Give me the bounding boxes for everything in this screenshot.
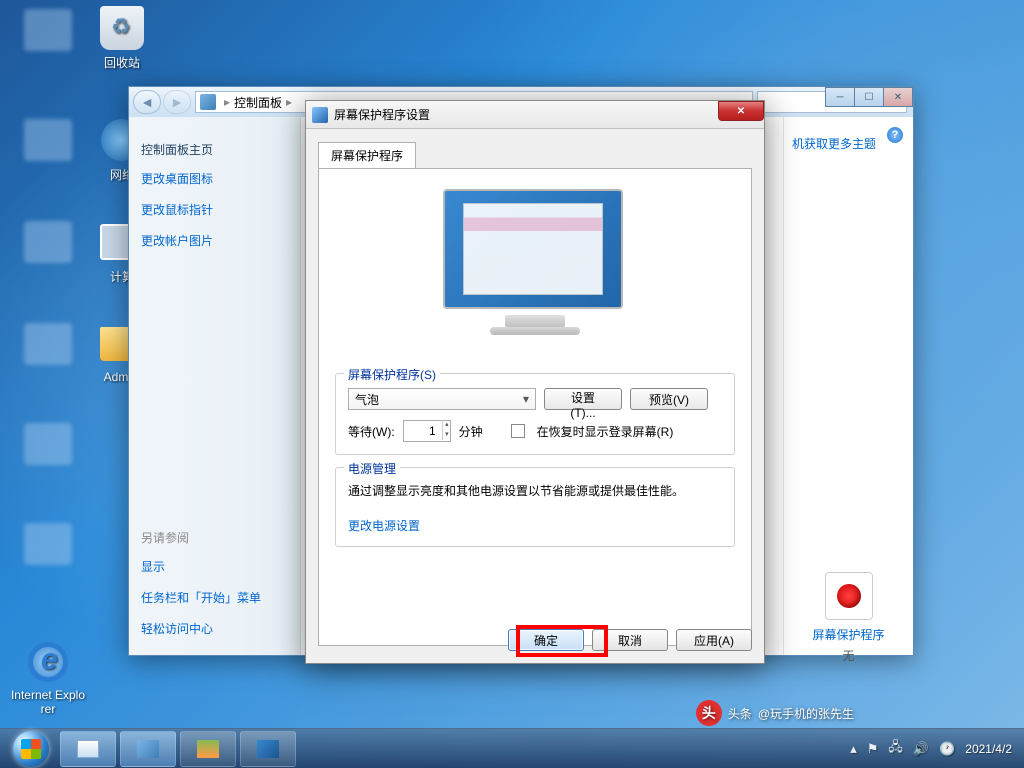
desktop-icon-blur[interactable] [10, 420, 86, 470]
dialog-close-button[interactable] [718, 101, 764, 121]
desktop-icon-blur[interactable] [10, 6, 86, 56]
sidebar-link-desktop-icons[interactable]: 更改桌面图标 [141, 170, 288, 187]
power-text: 通过调整显示亮度和其他电源设置以节省能源或提供最佳性能。 [348, 482, 722, 499]
recycle-bin-label: 回收站 [84, 54, 160, 71]
sidebar-home[interactable]: 控制面板主页 [141, 141, 288, 158]
forward-button[interactable]: ► [163, 90, 191, 114]
flag-icon[interactable]: ⚑ [867, 741, 879, 757]
internet-explorer-icon [28, 642, 68, 682]
control-panel-icon [200, 94, 216, 110]
power-group: 电源管理 通过调整显示亮度和其他电源设置以节省能源或提供最佳性能。 更改电源设置 [335, 467, 735, 547]
taskbar-item[interactable] [240, 731, 296, 767]
control-panel-icon [137, 740, 159, 758]
settings-button[interactable]: 设置(T)... [544, 388, 622, 410]
close-button[interactable]: ✕ [883, 87, 913, 107]
resume-checkbox[interactable] [511, 424, 525, 438]
tab-screensaver[interactable]: 屏幕保护程序 [318, 142, 416, 169]
cp-right-pane: ? 机获取更多主题 屏幕保护程序 无 [783, 117, 913, 655]
help-icon[interactable]: ? [887, 127, 903, 143]
watermark-text: @玩手机的张先生 [758, 705, 854, 722]
cancel-button[interactable]: 取消 [592, 629, 668, 651]
desktop-icon-blur[interactable] [10, 116, 86, 166]
screensaver-block[interactable]: 屏幕保护程序 无 [792, 572, 905, 664]
screensaver-group: 屏幕保护程序(S) 气泡 设置(T)... 预览(V) 等待(W): 1 分钟 … [335, 373, 735, 455]
desktop-icon-blur[interactable] [10, 320, 86, 370]
screensaver-value: 无 [842, 649, 854, 663]
volume-icon[interactable]: 🔊 [913, 741, 929, 757]
explorer-icon [77, 740, 99, 758]
ie-label: Internet Explorer [10, 688, 86, 716]
apply-button[interactable]: 应用(A) [676, 629, 752, 651]
cp-sidebar: 控制面板主页 更改桌面图标 更改鼠标指针 更改帐户图片 另请参阅 显示 任务栏和… [129, 117, 301, 655]
preview-screen [443, 189, 623, 309]
ie-icon[interactable]: Internet Explorer [10, 638, 86, 716]
tab-panel: 屏幕保护程序(S) 气泡 设置(T)... 预览(V) 等待(W): 1 分钟 … [318, 168, 752, 646]
minimize-button[interactable]: ─ [825, 87, 855, 107]
sidebar-link-ease-access[interactable]: 轻松访问中心 [141, 620, 288, 637]
watermark-icon: 头 [696, 700, 722, 726]
watermark-prefix: 头条 [728, 705, 752, 722]
windows-orb-icon [13, 731, 49, 767]
watermark: 头 头条 @玩手机的张先生 [696, 700, 854, 726]
maximize-button[interactable]: ☐ [854, 87, 884, 107]
sidebar-link-account-picture[interactable]: 更改帐户图片 [141, 232, 288, 249]
dialog-icon [312, 107, 328, 123]
desktop-icon-blur[interactable] [10, 520, 86, 570]
taskbar-item[interactable] [60, 731, 116, 767]
resume-checkbox-label: 在恢复时显示登录屏幕(R) [537, 423, 674, 440]
personalize-icon [257, 740, 279, 758]
screensaver-group-label: 屏幕保护程序(S) [344, 366, 440, 383]
network-tray-icon[interactable]: 🖧 [888, 738, 903, 760]
clock-icon[interactable]: 🕐 [939, 741, 955, 757]
wait-spinner[interactable]: 1 [403, 420, 451, 442]
power-group-label: 电源管理 [344, 460, 400, 477]
system-tray: ▴ ⚑ 🖧 🔊 🕐 2021/4/2 [850, 738, 1020, 760]
ok-button[interactable]: 确定 [508, 629, 584, 651]
sidebar-link-taskbar[interactable]: 任务栏和「开始」菜单 [141, 589, 288, 606]
wait-label: 等待(W): [348, 423, 395, 440]
back-button[interactable]: ◄ [133, 90, 161, 114]
recycle-bin-icon[interactable]: 回收站 [84, 4, 160, 71]
taskbar-item[interactable] [180, 731, 236, 767]
screensaver-link[interactable]: 屏幕保护程序 [792, 626, 905, 643]
trash-icon [100, 6, 144, 50]
start-button[interactable] [4, 730, 58, 768]
taskbar-item[interactable] [120, 731, 176, 767]
app-icon [197, 740, 219, 758]
preview-button[interactable]: 预览(V) [630, 388, 708, 410]
breadcrumb: 控制面板 [234, 94, 282, 111]
ss-titlebar[interactable]: 屏幕保护程序设置 [306, 101, 764, 129]
desktop-icon-blur[interactable] [10, 218, 86, 268]
tab-strip: 屏幕保护程序 [318, 141, 752, 168]
see-also-heading: 另请参阅 [141, 529, 288, 546]
dialog-footer: 确定 取消 应用(A) [508, 629, 752, 651]
clock[interactable]: 2021/4/2 [965, 742, 1012, 756]
power-settings-link[interactable]: 更改电源设置 [348, 519, 420, 533]
screensaver-dropdown[interactable]: 气泡 [348, 388, 536, 410]
sidebar-link-display[interactable]: 显示 [141, 558, 288, 575]
tray-chevron-icon[interactable]: ▴ [850, 741, 857, 757]
wait-unit: 分钟 [459, 423, 483, 440]
preview-monitor [443, 189, 627, 355]
screensaver-dialog: 屏幕保护程序设置 屏幕保护程序 屏幕保护程序(S) 气泡 设置(T)... 预览… [305, 100, 765, 664]
sidebar-link-mouse-pointer[interactable]: 更改鼠标指针 [141, 201, 288, 218]
dropdown-value: 气泡 [355, 391, 379, 408]
dialog-title: 屏幕保护程序设置 [334, 106, 430, 123]
tray-date: 2021/4/2 [965, 742, 1012, 756]
taskbar: ▴ ⚑ 🖧 🔊 🕐 2021/4/2 [0, 728, 1024, 768]
no-screensaver-icon [825, 572, 873, 620]
